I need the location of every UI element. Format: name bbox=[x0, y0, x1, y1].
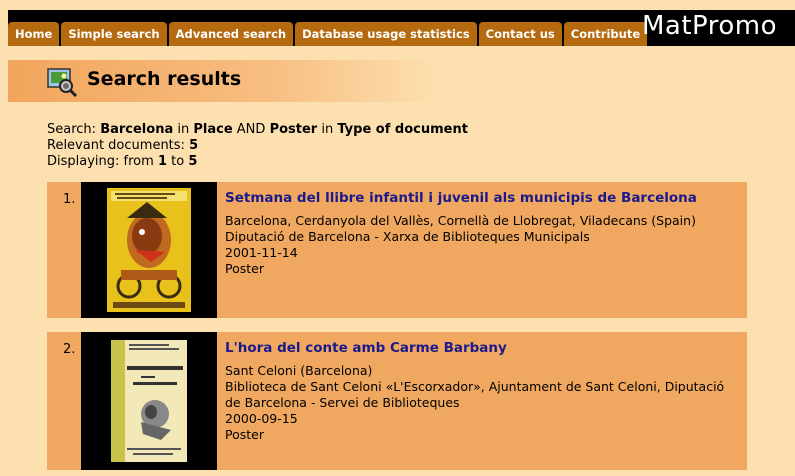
result-info: L'hora del conte amb Carme Barbany Sant … bbox=[225, 340, 735, 443]
tab-contact-us[interactable]: Contact us bbox=[478, 22, 562, 46]
to-label: to bbox=[171, 154, 185, 169]
tab-simple-search[interactable]: Simple search bbox=[61, 22, 167, 46]
result-type: Poster bbox=[225, 261, 264, 276]
tab-advanced-search[interactable]: Advanced search bbox=[168, 22, 294, 46]
result-place: Barcelona, Cerdanyola del Vallès, Cornel… bbox=[225, 213, 696, 228]
displaying-from: 1 bbox=[157, 154, 167, 169]
result-organization: Diputació de Barcelona - Xarxa de Biblio… bbox=[225, 229, 590, 244]
displaying-to: 5 bbox=[188, 154, 198, 169]
result-place: Sant Celoni (Barcelona) bbox=[225, 363, 373, 378]
search-query-line: Search: Barcelona in Place AND Poster in… bbox=[47, 122, 468, 138]
result-title-link[interactable]: Setmana del llibre infantil i juvenil al… bbox=[225, 190, 735, 206]
poster-image bbox=[111, 340, 187, 462]
search-results-icon bbox=[46, 67, 78, 98]
operator: AND bbox=[236, 122, 266, 137]
result-thumbnail[interactable] bbox=[81, 332, 217, 470]
page-title: Search results bbox=[87, 68, 242, 90]
result-title-link[interactable]: L'hora del conte amb Carme Barbany bbox=[225, 340, 735, 356]
brand-logo[interactable]: MatPromo bbox=[642, 11, 777, 41]
result-item: 2. L'hora del conte amb Carme Barbany Sa… bbox=[47, 332, 747, 470]
result-date: 2000-09-15 bbox=[225, 411, 298, 426]
result-organization: Biblioteca de Sant Celoni «L'Escorxador»… bbox=[225, 379, 725, 410]
in-label-2: in bbox=[321, 122, 334, 137]
result-thumbnail[interactable] bbox=[81, 182, 217, 318]
main-nav: Home Simple search Advanced search Datab… bbox=[8, 22, 648, 46]
tab-home[interactable]: Home bbox=[8, 22, 60, 46]
result-number: 2. bbox=[63, 342, 76, 357]
relevant-count: 5 bbox=[189, 138, 199, 153]
search-label: Search: bbox=[47, 122, 97, 137]
relevant-documents-line: Relevant documents: 5 bbox=[47, 138, 468, 154]
result-type: Poster bbox=[225, 427, 264, 442]
search-field-2: Type of document bbox=[337, 122, 468, 137]
result-item: 1. Setmana del llibre infantil i juvenil… bbox=[47, 182, 747, 318]
relevant-label: Relevant documents: bbox=[47, 138, 185, 153]
top-bar: Home Simple search Advanced search Datab… bbox=[0, 0, 795, 46]
result-info: Setmana del llibre infantil i juvenil al… bbox=[225, 190, 735, 277]
displaying-label: Displaying: from bbox=[47, 154, 154, 169]
result-date: 2001-11-14 bbox=[225, 245, 298, 260]
in-label-1: in bbox=[177, 122, 190, 137]
search-summary: Search: Barcelona in Place AND Poster in… bbox=[47, 122, 468, 170]
displaying-line: Displaying: from 1 to 5 bbox=[47, 154, 468, 170]
search-term-2: Poster bbox=[269, 122, 318, 137]
poster-image bbox=[107, 188, 191, 312]
search-term-1: Barcelona bbox=[100, 122, 174, 137]
search-field-1: Place bbox=[193, 122, 233, 137]
result-number: 1. bbox=[63, 192, 76, 207]
tab-contribute[interactable]: Contribute bbox=[563, 22, 648, 46]
tab-database-usage-statistics[interactable]: Database usage statistics bbox=[295, 22, 477, 46]
